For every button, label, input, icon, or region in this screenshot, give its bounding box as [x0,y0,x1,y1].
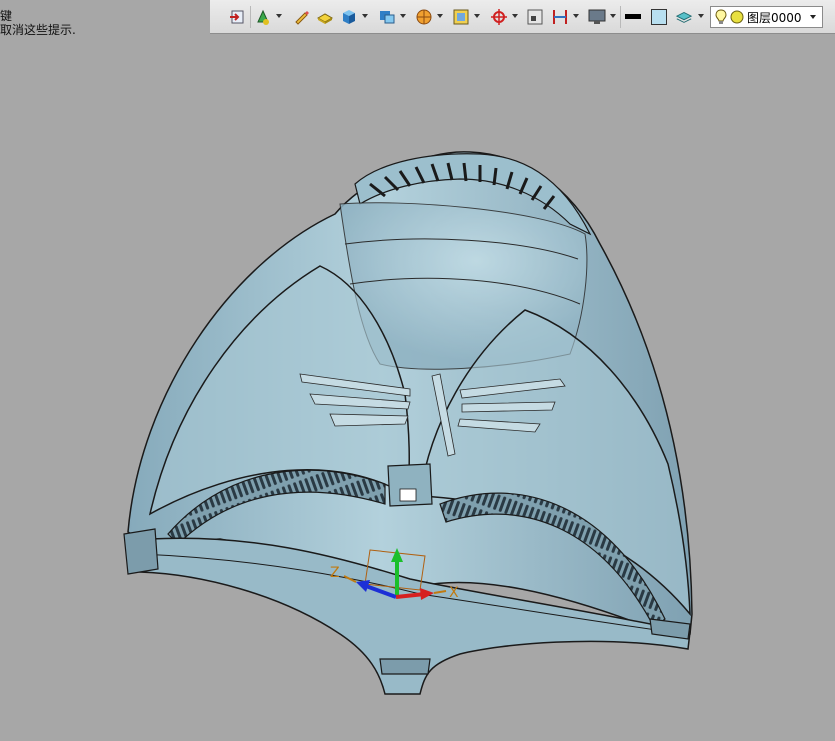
display-dropdown[interactable] [610,14,616,18]
origin-dropdown[interactable] [512,14,518,18]
line-color-icon[interactable] [624,8,642,26]
hint-text: 键 取消这些提示. [0,9,76,37]
layer-stack-icon[interactable] [675,8,693,26]
section-dropdown[interactable] [573,14,579,18]
paint-icon[interactable] [254,8,272,26]
eraser-block-icon[interactable] [316,8,334,26]
display-icon[interactable] [588,8,606,26]
foot-front [379,658,431,675]
import-icon[interactable] [228,8,246,26]
paint-dropdown[interactable] [276,14,282,18]
layer-stack-dropdown[interactable] [698,14,704,18]
view-box-icon[interactable] [526,8,544,26]
section-icon[interactable] [551,8,569,26]
sphere-icon[interactable] [415,8,433,26]
model-view[interactable]: X Z [0,34,835,737]
layer-select[interactable]: 图层0000 [710,6,823,28]
layer-dropdown-arrow[interactable] [810,15,816,19]
foot-left [123,528,159,575]
layer-name: 图层0000 [747,10,802,25]
frame-icon[interactable] [452,8,470,26]
bulb-icon[interactable] [714,9,728,25]
fill-color-icon[interactable] [650,8,668,26]
hint-line-1: 键 [0,9,13,23]
axis-z-label: Z [330,565,340,581]
frame-dropdown[interactable] [474,14,480,18]
solid-cube-icon[interactable] [340,8,358,26]
center-highlight [399,488,417,502]
toolbar: 图层0000 [210,0,835,34]
axis-x-label: X [449,585,459,601]
sphere-dropdown[interactable] [437,14,443,18]
layer-color-icon [730,10,744,24]
render-mode-icon[interactable] [378,8,396,26]
solid-dropdown[interactable] [362,14,368,18]
origin-icon[interactable] [490,8,508,26]
pencil-icon[interactable] [292,8,310,26]
3d-viewport[interactable]: X Z [0,34,835,737]
lamp-model[interactable] [123,151,693,695]
render-mode-dropdown[interactable] [400,14,406,18]
